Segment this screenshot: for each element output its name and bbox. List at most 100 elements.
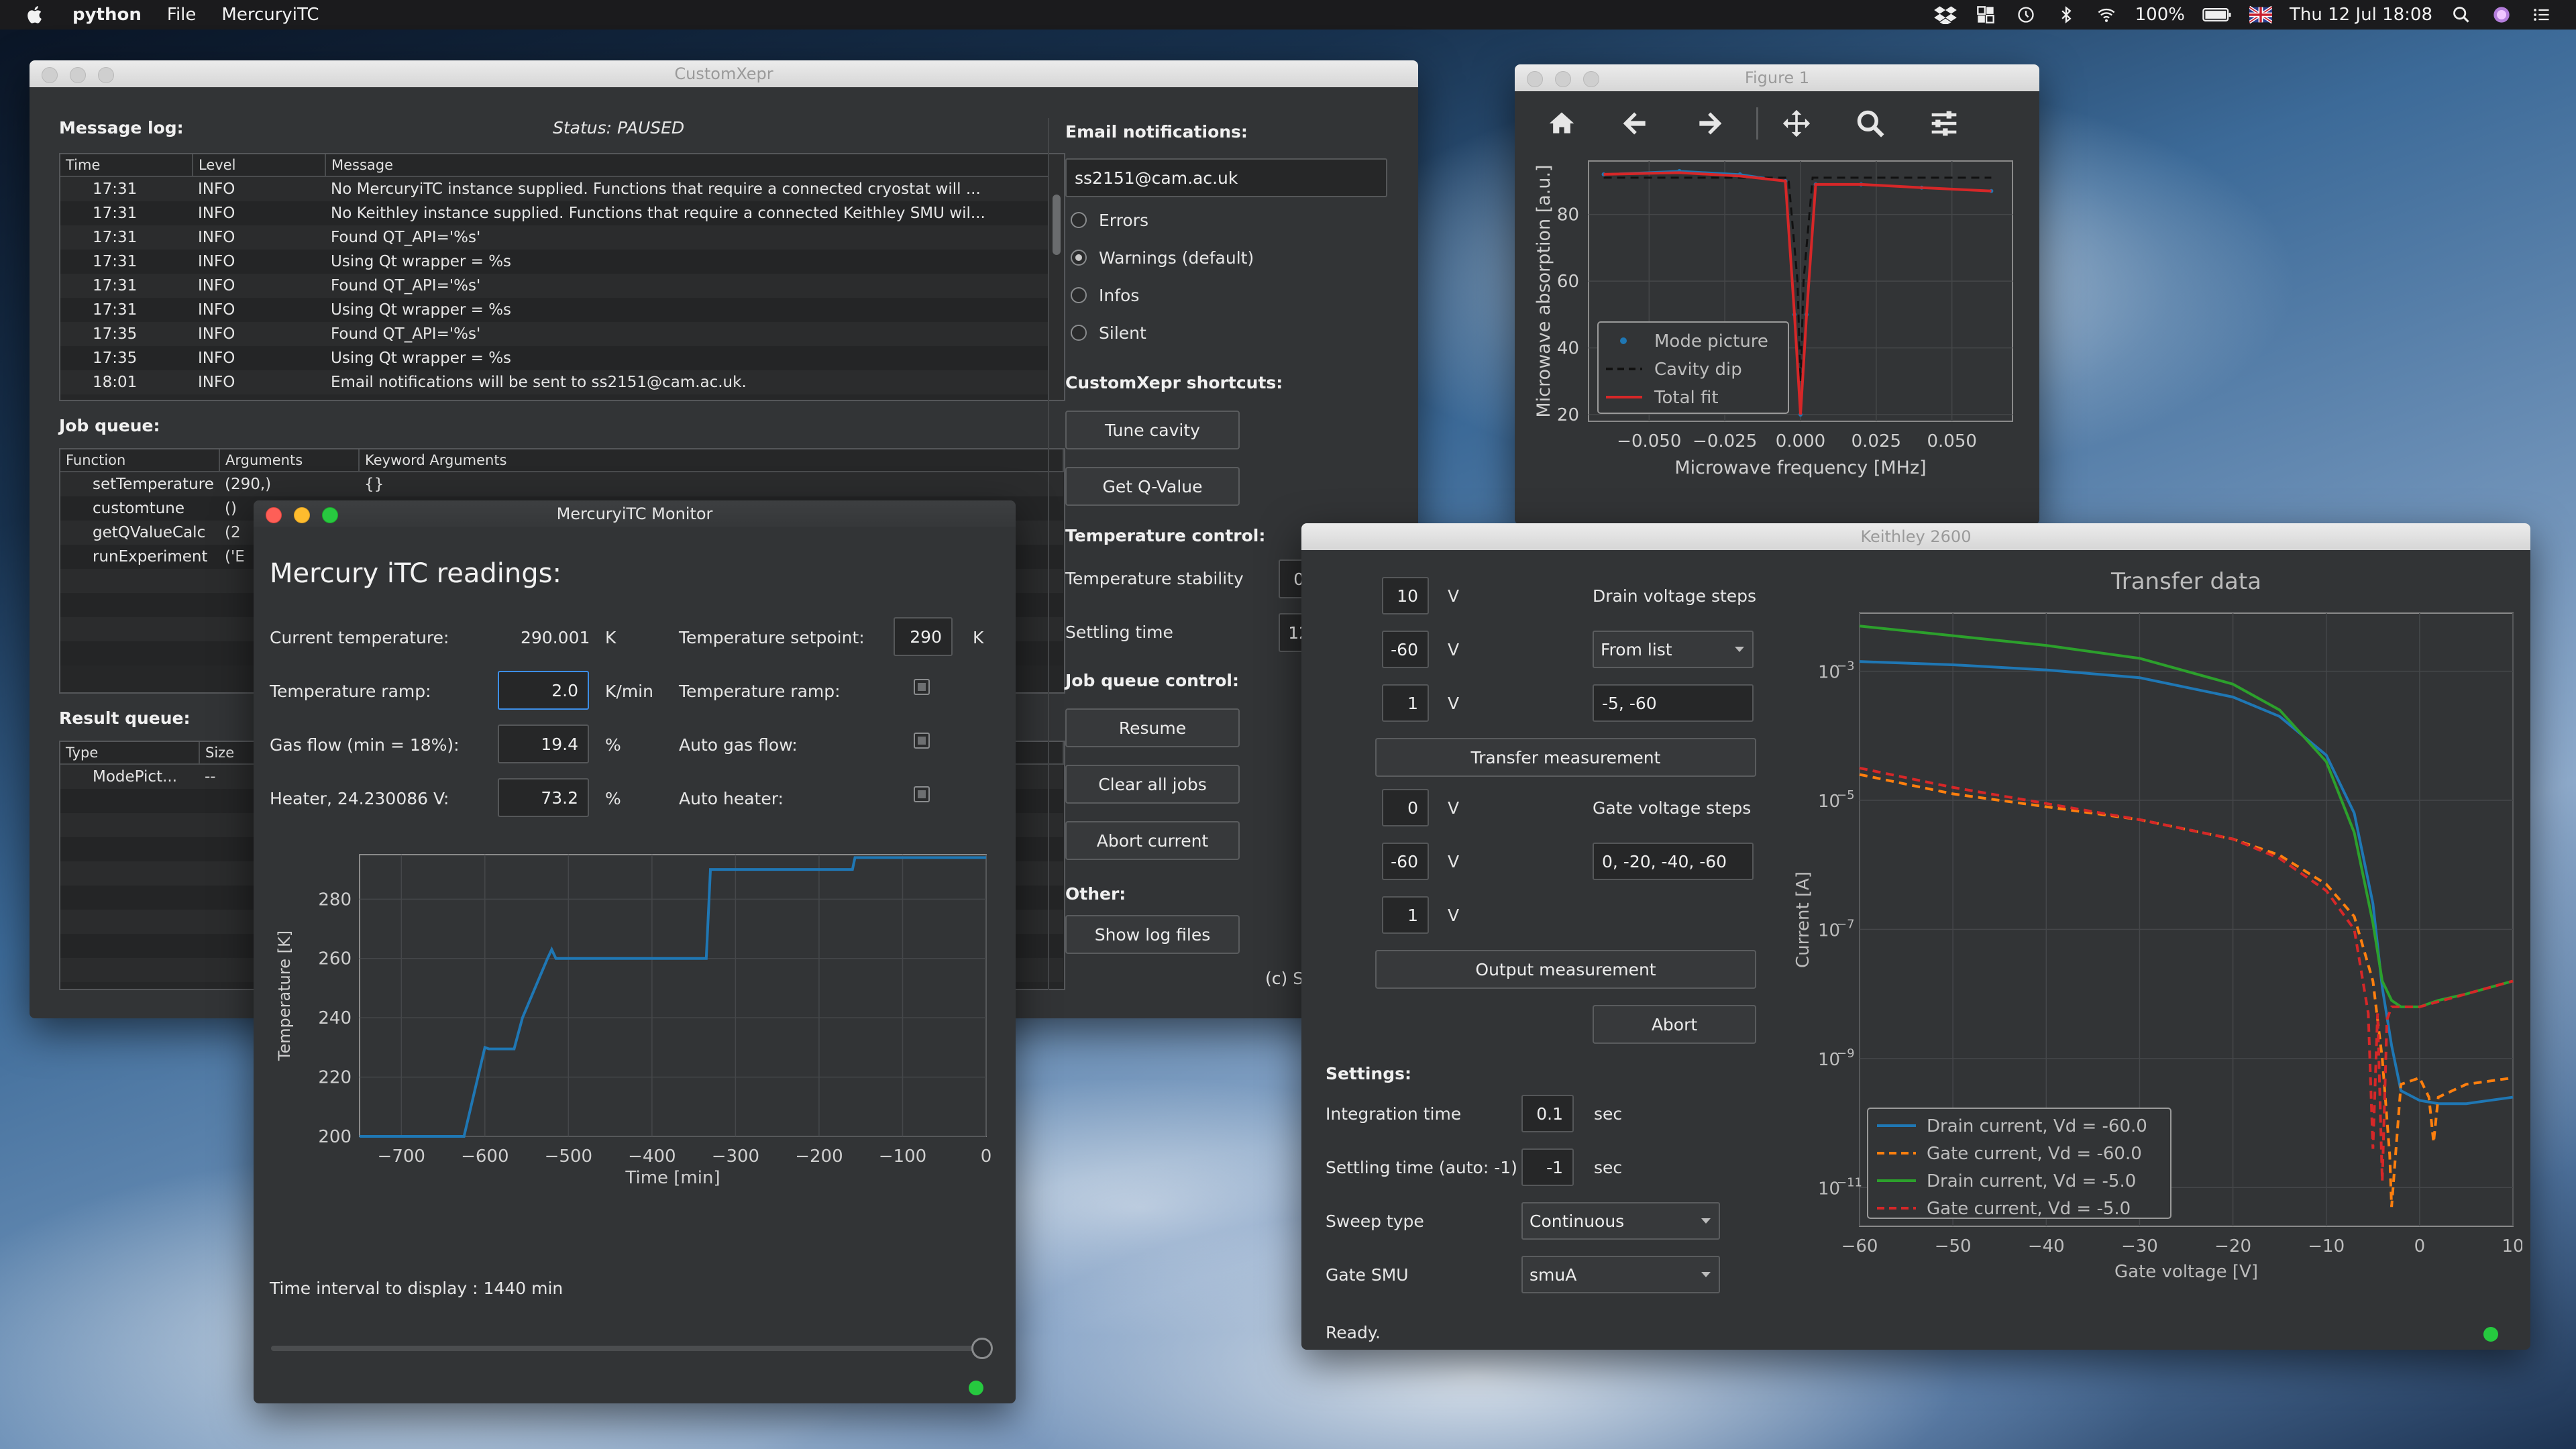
wifi-icon[interactable] bbox=[2095, 5, 2118, 24]
log-row[interactable]: 17:31 INFO Using Qt wrapper = %s bbox=[60, 298, 1063, 322]
zoom-button[interactable] bbox=[322, 507, 338, 523]
zoom-button[interactable] bbox=[1583, 71, 1599, 87]
email-level-radio[interactable] bbox=[1071, 212, 1087, 228]
mode-picture-chart[interactable]: −0.050 −0.025 0.000 0.025 0.05020406080Micro… bbox=[1515, 152, 2039, 525]
clear-all-jobs-button[interactable]: Clear all jobs bbox=[1065, 765, 1240, 804]
transfer-data-chart[interactable]: Transfer data−60 −50 −40 −30 −20 −10 0 1010−310… bbox=[1784, 550, 2522, 1322]
auto-heater-checkbox[interactable] bbox=[914, 786, 930, 802]
menu-app-name[interactable]: python bbox=[72, 5, 142, 25]
spotlight-search-icon[interactable] bbox=[2450, 5, 2473, 24]
output-start-voltage-input[interactable]: 0 bbox=[1382, 789, 1429, 826]
sweep-type-select[interactable]: Continuous bbox=[1521, 1202, 1720, 1240]
windows-grid-icon[interactable] bbox=[1974, 5, 1997, 24]
panel-splitter[interactable] bbox=[1048, 118, 1049, 990]
log-row[interactable]: 17:31 INFO No Keithley instance supplied. … bbox=[60, 201, 1063, 225]
slider-handle[interactable] bbox=[971, 1338, 993, 1359]
battery-icon[interactable] bbox=[2202, 5, 2232, 24]
gate-smu-select[interactable]: smuA bbox=[1521, 1256, 1720, 1293]
abort-current-button[interactable]: Abort current bbox=[1065, 821, 1240, 860]
zoom-icon[interactable] bbox=[1856, 109, 1885, 138]
tune-cavity-button[interactable]: Tune cavity bbox=[1065, 411, 1240, 449]
output-measurement-button[interactable]: Output measurement bbox=[1375, 950, 1756, 989]
close-button[interactable] bbox=[42, 67, 58, 83]
dropbox-icon[interactable] bbox=[1933, 5, 1957, 24]
log-cell-level: INFO bbox=[193, 201, 325, 225]
abort-button[interactable]: Abort bbox=[1593, 1005, 1756, 1044]
transfer-stop-voltage-input[interactable]: 10 bbox=[1382, 577, 1429, 614]
notification-center-icon[interactable] bbox=[2530, 5, 2553, 24]
keithley-titlebar[interactable]: Keithley 2600 bbox=[1301, 523, 2530, 550]
resume-button[interactable]: Resume bbox=[1065, 708, 1240, 747]
column-header-type[interactable]: Type bbox=[60, 742, 200, 765]
log-row[interactable]: 17:35 INFO Found QT_API='%s' bbox=[60, 322, 1063, 346]
log-row[interactable]: 17:31 INFO Found QT_API='%s' bbox=[60, 274, 1063, 298]
column-header-kwargs[interactable]: Keyword Arguments bbox=[359, 449, 1064, 472]
ramp-input[interactable]: 2.0 bbox=[498, 671, 589, 710]
email-level-radio[interactable] bbox=[1071, 287, 1087, 303]
transfer-measurement-button[interactable]: Transfer measurement bbox=[1375, 738, 1756, 777]
column-header-message[interactable]: Message bbox=[325, 154, 1064, 177]
forward-arrow-icon[interactable] bbox=[1695, 109, 1724, 138]
temperature-control-title: Temperature control: bbox=[1065, 526, 1266, 545]
transfer-third-input[interactable]: 1 bbox=[1382, 684, 1429, 722]
uk-flag-icon[interactable] bbox=[2249, 5, 2272, 24]
other-title: Other: bbox=[1065, 884, 1126, 904]
minimize-button[interactable] bbox=[294, 507, 310, 523]
log-row[interactable]: 17:31 INFO Using Qt wrapper = %s bbox=[60, 250, 1063, 274]
voltage-unit: V bbox=[1448, 640, 1460, 659]
column-header-time[interactable]: Time bbox=[60, 154, 193, 177]
get-q-value-button[interactable]: Get Q-Value bbox=[1065, 467, 1240, 506]
result-cell-type bbox=[60, 813, 199, 837]
log-row[interactable]: 17:31 INFO No MercuryiTC instance supplied… bbox=[60, 176, 1063, 201]
email-level-radio[interactable] bbox=[1071, 250, 1087, 266]
log-row[interactable]: 17:31 INFO Found QT_API='%s' bbox=[60, 225, 1063, 250]
column-header-function[interactable]: Function bbox=[60, 449, 220, 472]
log-cell-time: 17:35 bbox=[60, 322, 193, 346]
setpoint-input[interactable]: 290 bbox=[894, 617, 953, 656]
scrollbar-thumb[interactable] bbox=[1053, 195, 1061, 255]
transfer-step-voltage-input[interactable]: -60 bbox=[1382, 631, 1429, 668]
heater-input[interactable]: 73.2 bbox=[498, 778, 589, 817]
column-header-level[interactable]: Level bbox=[193, 154, 326, 177]
show-log-files-button[interactable]: Show log files bbox=[1065, 915, 1240, 954]
menu-mercuryitc[interactable]: MercuryiTC bbox=[221, 5, 319, 25]
drain-steps-mode-select[interactable]: From list bbox=[1593, 631, 1754, 668]
auto-gas-flow-checkbox[interactable] bbox=[914, 733, 930, 749]
log-row[interactable]: 17:35 INFO Using Qt wrapper = %s bbox=[60, 346, 1063, 370]
ramp-enable-checkbox[interactable] bbox=[914, 679, 930, 695]
zoom-button[interactable] bbox=[98, 67, 114, 83]
minimize-button[interactable] bbox=[1555, 71, 1571, 87]
email-input[interactable]: ss2151@cam.ac.uk bbox=[1065, 158, 1387, 197]
settings-sliders-icon[interactable] bbox=[1929, 109, 1959, 138]
integration-time-input[interactable]: 0.1 bbox=[1521, 1095, 1574, 1132]
minimize-button[interactable] bbox=[70, 67, 86, 83]
close-button[interactable] bbox=[266, 507, 282, 523]
close-button[interactable] bbox=[1527, 71, 1543, 87]
pan-icon[interactable] bbox=[1782, 109, 1811, 138]
menu-datetime[interactable]: Thu 12 Jul 18:08 bbox=[2290, 5, 2432, 25]
settling-time-input[interactable]: -1 bbox=[1521, 1148, 1574, 1186]
log-scrollbar[interactable] bbox=[1049, 154, 1064, 400]
log-row[interactable]: 18:01 INFO Email notifications will be sen… bbox=[60, 370, 1063, 394]
time-interval-slider[interactable] bbox=[271, 1335, 993, 1362]
gate-steps-list-input[interactable]: 0, -20, -40, -60 bbox=[1593, 843, 1754, 880]
back-arrow-icon[interactable] bbox=[1621, 109, 1650, 138]
message-log-table[interactable]: Time Level Message 17:31 INFO No MercuryiT… bbox=[59, 153, 1065, 401]
customxepr-titlebar[interactable]: CustomXepr bbox=[30, 60, 1418, 87]
siri-icon[interactable] bbox=[2490, 5, 2513, 24]
mercuryitc-titlebar[interactable]: MercuryiTC Monitor bbox=[254, 500, 1016, 527]
gas-flow-input[interactable]: 19.4 bbox=[498, 724, 589, 763]
menu-file[interactable]: File bbox=[167, 5, 197, 25]
temperature-history-chart[interactable]: −700 −600 −500 −400 −300 −200 −100 0 200 220 240 26… bbox=[267, 847, 1005, 1209]
column-header-arguments[interactable]: Arguments bbox=[219, 449, 360, 472]
apple-icon[interactable] bbox=[25, 5, 46, 25]
output-stop-voltage-input[interactable]: -60 bbox=[1382, 843, 1429, 880]
output-step-voltage-input[interactable]: 1 bbox=[1382, 896, 1429, 934]
figure1-titlebar[interactable]: Figure 1 bbox=[1515, 64, 2039, 91]
email-level-radio[interactable] bbox=[1071, 325, 1087, 341]
bluetooth-icon[interactable] bbox=[2055, 5, 2078, 24]
job-row[interactable]: setTemperature (290,){} bbox=[60, 472, 1063, 496]
drain-steps-list-input[interactable]: -5, -60 bbox=[1593, 684, 1754, 722]
time-machine-icon[interactable] bbox=[2015, 5, 2037, 24]
home-icon[interactable] bbox=[1547, 109, 1576, 138]
